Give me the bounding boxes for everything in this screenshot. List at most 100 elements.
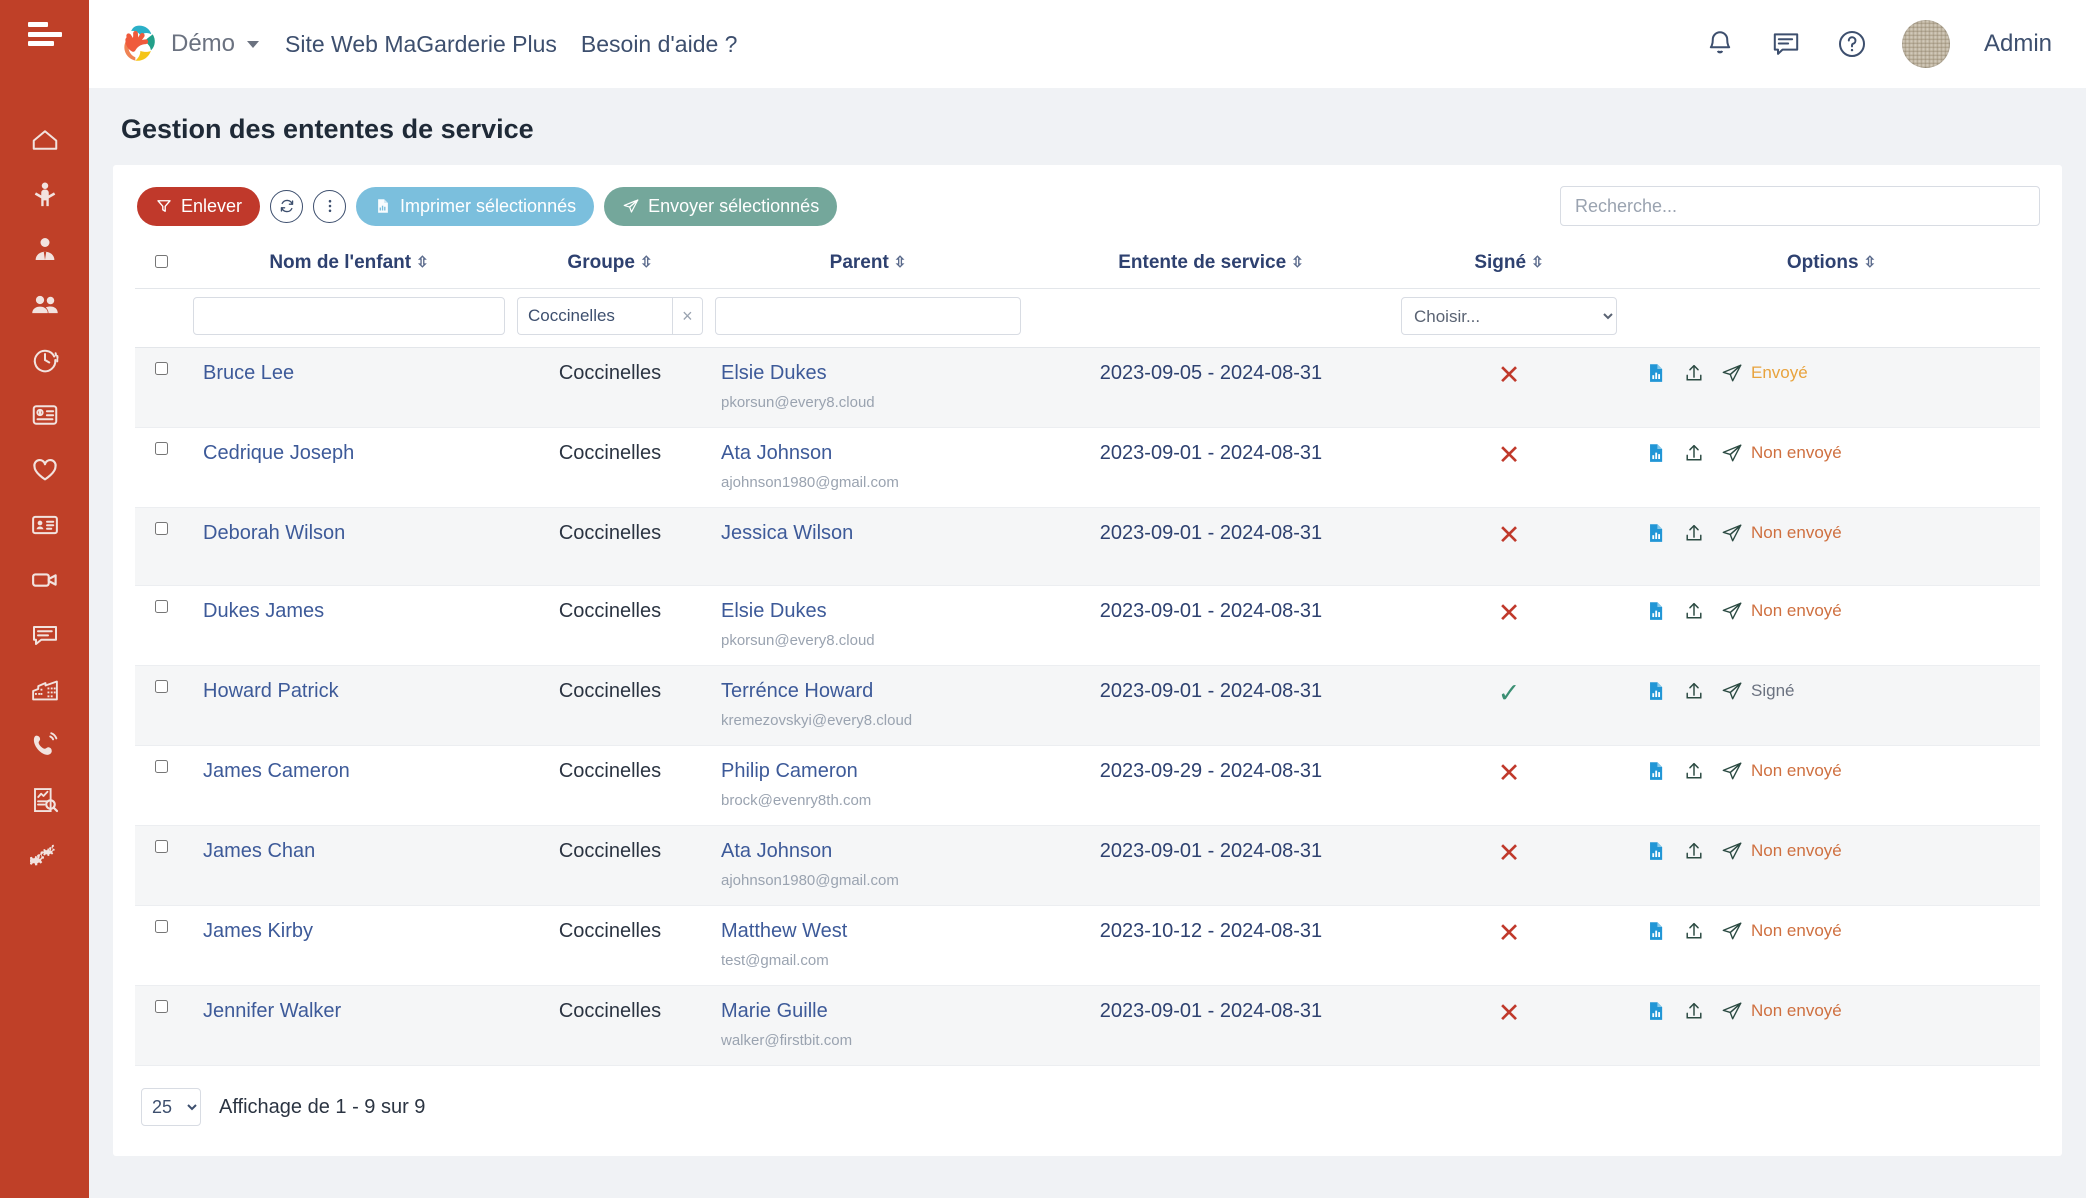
row-checkbox[interactable]: [155, 1000, 168, 1013]
brand-selector[interactable]: Démo: [117, 22, 259, 66]
parent-name-link[interactable]: Terrénce Howard: [721, 680, 1021, 703]
filter-group-input[interactable]: [517, 297, 672, 335]
send-button[interactable]: [1721, 840, 1743, 862]
filter-parent-input[interactable]: [715, 297, 1021, 335]
remove-filter-button[interactable]: Enlever: [137, 187, 260, 226]
table-row[interactable]: Deborah WilsonCoccinellesJessica Wilson2…: [135, 508, 2040, 586]
notifications-button[interactable]: [1704, 28, 1736, 60]
child-name-link[interactable]: James Cameron: [203, 760, 350, 782]
filter-group-clear-button[interactable]: ×: [672, 297, 703, 335]
sidebar-item-facilities[interactable]: [0, 662, 89, 717]
send-selected-button[interactable]: Envoyer sélectionnés: [604, 187, 837, 226]
upload-button[interactable]: [1683, 522, 1705, 544]
row-select-cell[interactable]: [135, 508, 187, 586]
header-group[interactable]: Groupe⇳: [511, 240, 709, 289]
child-name-link[interactable]: Deborah Wilson: [203, 522, 345, 544]
avatar[interactable]: [1902, 20, 1950, 68]
user-name[interactable]: Admin: [1984, 30, 2052, 58]
sidebar-item-records[interactable]: [0, 497, 89, 552]
row-select-cell[interactable]: [135, 586, 187, 666]
sidebar-item-billing[interactable]: [0, 387, 89, 442]
view-report-button[interactable]: [1645, 920, 1667, 942]
row-checkbox[interactable]: [155, 600, 168, 613]
row-checkbox[interactable]: [155, 760, 168, 773]
child-name-link[interactable]: James Chan: [203, 840, 315, 862]
parent-name-link[interactable]: Matthew West: [721, 920, 1021, 943]
header-name[interactable]: Nom de l'enfant⇳: [187, 240, 511, 289]
header-entente[interactable]: Entente de service⇳: [1027, 240, 1395, 289]
filter-name-input[interactable]: [193, 297, 505, 335]
messages-button[interactable]: [1770, 28, 1802, 60]
nav-site-web[interactable]: Site Web MaGarderie Plus: [285, 31, 557, 58]
status-badge[interactable]: Non envoyé: [1751, 921, 1842, 941]
status-badge[interactable]: Non envoyé: [1751, 601, 1842, 621]
row-checkbox[interactable]: [155, 920, 168, 933]
upload-button[interactable]: [1683, 600, 1705, 622]
child-name-link[interactable]: James Kirby: [203, 920, 313, 942]
sidebar-item-parents[interactable]: [0, 277, 89, 332]
upload-button[interactable]: [1683, 362, 1705, 384]
more-options-button[interactable]: [313, 190, 346, 223]
parent-name-link[interactable]: Philip Cameron: [721, 760, 1021, 783]
sidebar-item-reports[interactable]: [0, 772, 89, 827]
send-button[interactable]: [1721, 600, 1743, 622]
sidebar-item-settings[interactable]: [0, 827, 89, 882]
parent-name-link[interactable]: Ata Johnson: [721, 442, 1021, 465]
refresh-button[interactable]: [270, 190, 303, 223]
row-select-cell[interactable]: [135, 826, 187, 906]
view-report-button[interactable]: [1645, 600, 1667, 622]
upload-button[interactable]: [1683, 680, 1705, 702]
send-button[interactable]: [1721, 920, 1743, 942]
child-name-link[interactable]: Howard Patrick: [203, 680, 339, 702]
menu-toggle-button[interactable]: [0, 0, 89, 68]
status-badge[interactable]: Non envoyé: [1751, 443, 1842, 463]
print-selected-button[interactable]: Imprimer sélectionnés: [356, 187, 594, 226]
help-button[interactable]: [1836, 28, 1868, 60]
send-button[interactable]: [1721, 680, 1743, 702]
parent-name-link[interactable]: Marie Guille: [721, 1000, 1021, 1023]
table-row[interactable]: James KirbyCoccinellesMatthew Westtest@g…: [135, 906, 2040, 986]
status-badge[interactable]: Envoyé: [1751, 363, 1808, 383]
row-checkbox[interactable]: [155, 362, 168, 375]
send-button[interactable]: [1721, 362, 1743, 384]
sidebar-item-attendance[interactable]: [0, 332, 89, 387]
upload-button[interactable]: [1683, 1000, 1705, 1022]
upload-button[interactable]: [1683, 760, 1705, 782]
table-row[interactable]: Bruce LeeCoccinellesElsie Dukespkorsun@e…: [135, 348, 2040, 428]
search-input[interactable]: [1560, 186, 2040, 226]
table-row[interactable]: James ChanCoccinellesAta Johnsonajohnson…: [135, 826, 2040, 906]
row-select-cell[interactable]: [135, 906, 187, 986]
header-select-all[interactable]: [135, 240, 187, 289]
row-select-cell[interactable]: [135, 746, 187, 826]
nav-help[interactable]: Besoin d'aide ?: [581, 31, 738, 58]
view-report-button[interactable]: [1645, 522, 1667, 544]
upload-button[interactable]: [1683, 442, 1705, 464]
row-checkbox[interactable]: [155, 442, 168, 455]
sidebar-item-telephony[interactable]: [0, 717, 89, 772]
filter-signe-select[interactable]: Choisir...OuiNon: [1401, 297, 1617, 335]
upload-button[interactable]: [1683, 920, 1705, 942]
child-name-link[interactable]: Cedrique Joseph: [203, 442, 354, 464]
child-name-link[interactable]: Dukes James: [203, 600, 324, 622]
row-checkbox[interactable]: [155, 680, 168, 693]
select-all-checkbox[interactable]: [155, 255, 168, 268]
table-row[interactable]: Dukes JamesCoccinellesElsie Dukespkorsun…: [135, 586, 2040, 666]
send-button[interactable]: [1721, 760, 1743, 782]
sidebar-item-camera[interactable]: [0, 552, 89, 607]
row-select-cell[interactable]: [135, 986, 187, 1066]
row-checkbox[interactable]: [155, 840, 168, 853]
table-row[interactable]: James CameronCoccinellesPhilip Cameronbr…: [135, 746, 2040, 826]
view-report-button[interactable]: [1645, 840, 1667, 862]
sidebar-item-staff[interactable]: [0, 222, 89, 277]
send-button[interactable]: [1721, 442, 1743, 464]
page-size-select[interactable]: 2550100: [141, 1088, 201, 1126]
child-name-link[interactable]: Jennifer Walker: [203, 1000, 341, 1022]
status-badge[interactable]: Signé: [1751, 681, 1794, 701]
sidebar-item-children[interactable]: [0, 167, 89, 222]
sidebar-item-health[interactable]: [0, 442, 89, 497]
header-options[interactable]: Options⇳: [1623, 240, 2040, 289]
parent-name-link[interactable]: Elsie Dukes: [721, 362, 1021, 385]
table-row[interactable]: Jennifer WalkerCoccinellesMarie Guillewa…: [135, 986, 2040, 1066]
row-select-cell[interactable]: [135, 666, 187, 746]
row-select-cell[interactable]: [135, 428, 187, 508]
